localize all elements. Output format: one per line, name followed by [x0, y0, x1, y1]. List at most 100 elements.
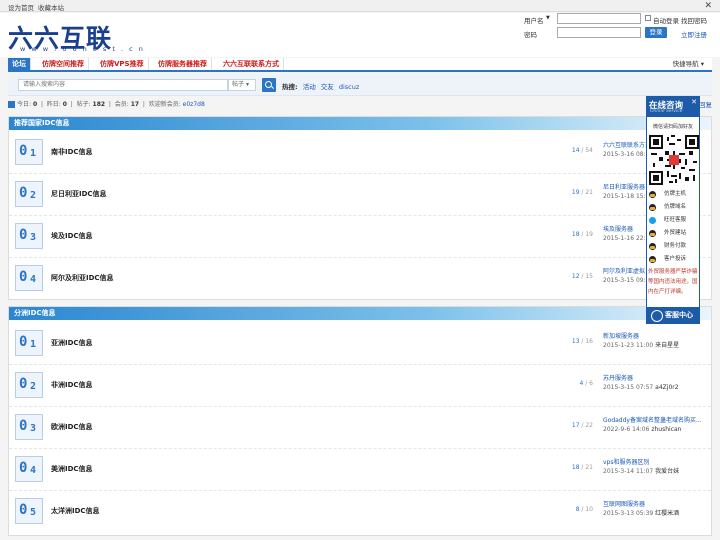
forum-title[interactable]: 欧洲IDC信息 — [51, 422, 93, 432]
forum-number-icon[interactable]: 02 — [15, 372, 43, 398]
forum-number-icon[interactable]: 04 — [15, 456, 43, 482]
search-type-select[interactable]: 帖子 ▾ — [228, 79, 256, 91]
set-home-link[interactable]: 设为首页 — [8, 2, 34, 12]
stat-posts: 182 — [92, 101, 106, 108]
section-continents: 分洲IDC信息 01 亚洲IDC信息 13 / 16 新加坡服务器 2015-1-… — [8, 306, 712, 536]
forum-title[interactable]: 非洲IDC信息 — [51, 380, 93, 390]
last-post-meta: 2015-3-13 05:39 红樱米酒 — [603, 509, 707, 518]
auto-login-checkbox[interactable] — [645, 15, 651, 21]
hot-link-discuz[interactable]: discuz — [339, 83, 359, 91]
bookmark-link[interactable]: 收藏本站 — [38, 2, 64, 12]
last-post-time: 2015-1-23 11:00 — [603, 342, 654, 349]
forgot-password-link[interactable]: 找回密码 — [681, 15, 707, 25]
last-post-user[interactable]: 来自星星 — [655, 342, 679, 349]
forum-number-icon[interactable]: 04 — [15, 265, 43, 291]
panel-item-payment[interactable]: 财务付款 — [649, 241, 699, 252]
last-post: Godaddy备案域名整蛊老域名购买... 2022-9-6 14:06 zhus… — [603, 416, 707, 434]
panel-header: 在线咨询 Online Service ✕ — [647, 97, 699, 117]
nav-item-hosting[interactable]: 仿牌空间推荐 — [38, 58, 89, 70]
hot-link-friends[interactable]: 交友 — [321, 83, 334, 91]
thread-count: 17 — [571, 422, 580, 429]
forum-number-icon[interactable]: 01 — [15, 330, 43, 356]
stat-yesterday-label: 昨日: — [46, 101, 61, 108]
panel-item-hosting[interactable]: 仿牌主机 — [649, 189, 699, 200]
last-post-user[interactable]: zhushican — [651, 426, 681, 433]
panel-item-label: 旺旺客服 — [664, 217, 687, 223]
post-count: 10 — [585, 506, 593, 513]
qq-icon — [649, 191, 656, 198]
close-icon[interactable]: ✕ — [691, 98, 697, 106]
thread-count: 13 — [571, 338, 580, 345]
post-count: 22 — [585, 422, 593, 429]
panel-item-label: 仿牌主机 — [664, 191, 687, 197]
hot-link-activity[interactable]: 活动 — [303, 83, 316, 91]
forum-title[interactable]: 埃及IDC信息 — [51, 231, 93, 241]
forum-number-icon[interactable]: 05 — [15, 498, 43, 524]
hot-search: 热搜: 活动 交友 discuz — [282, 81, 359, 91]
last-post-title[interactable]: 互联网图服务器 — [603, 500, 707, 509]
forum-number-icon[interactable]: 01 — [15, 139, 43, 165]
newest-member-link[interactable]: e0z7d8 — [183, 101, 205, 108]
forum-number-icon[interactable]: 03 — [15, 414, 43, 440]
panel-item-site-building[interactable]: 外贸建站 — [649, 228, 699, 239]
post-count: 19 — [585, 231, 593, 238]
auto-login-label: 自动登录 — [653, 17, 679, 25]
register-link[interactable]: 立即注册 — [681, 29, 707, 39]
last-post-title[interactable]: 苏丹服务器 — [603, 374, 707, 383]
stat-members-label: 会员: — [114, 101, 129, 108]
top-bar: 设为首页 收藏本站 ✕ — [0, 0, 720, 12]
forum-title[interactable]: 亚洲IDC信息 — [51, 338, 93, 348]
last-post-user[interactable]: 红樱米酒 — [655, 510, 679, 517]
close-icon[interactable]: ✕ — [704, 1, 712, 11]
password-input[interactable] — [557, 27, 641, 38]
post-count: 6 — [589, 380, 593, 387]
nav-item-vps[interactable]: 仿牌VPS推荐 — [96, 58, 149, 70]
section-title[interactable]: 推荐国家IDC信息 — [9, 117, 711, 130]
post-count: 54 — [585, 147, 593, 154]
panel-item-wangwang[interactable]: 旺旺客服 — [649, 215, 699, 226]
search-icon[interactable] — [262, 78, 276, 92]
thread-count: 8 — [575, 506, 580, 513]
last-post-user[interactable]: 我爱台妹 — [655, 468, 679, 475]
panel-item-complaint[interactable]: 客户投诉 — [649, 254, 699, 265]
quick-nav-label: 快捷导航 — [672, 60, 699, 68]
reply-link[interactable]: 回复 — [699, 99, 712, 111]
last-post-meta: 2015-3-14 11:07 我爱台妹 — [603, 467, 707, 476]
forum-title[interactable]: 南非IDC信息 — [51, 147, 93, 157]
forum-number-icon[interactable]: 03 — [15, 223, 43, 249]
forum-title[interactable]: 太洋洲IDC信息 — [51, 506, 100, 516]
service-center-button[interactable]: 客服中心 — [647, 307, 699, 323]
username-input[interactable] — [557, 13, 641, 24]
last-post-meta: 2022-9-6 14:06 zhushican — [603, 425, 707, 434]
nav-item-forum[interactable]: 论坛 — [8, 58, 31, 70]
chevron-down-icon[interactable]: ▼ — [546, 15, 550, 21]
last-post-title[interactable]: Godaddy备案域名整蛊老域名购买... — [603, 416, 707, 425]
last-post: 苏丹服务器 2015-3-15 07:57 a4Zj0r2 — [603, 374, 707, 392]
panel-item-domain[interactable]: 仿牌域名 — [649, 202, 699, 213]
forum-counts: 4 / 6 — [579, 380, 594, 387]
search-input[interactable]: 请输入搜索内容 — [18, 79, 228, 91]
last-post-title[interactable]: 新加坡服务器 — [603, 332, 707, 341]
forum-counts: 18 / 21 — [571, 464, 593, 471]
nav-item-servers[interactable]: 仿牌服务器推荐 — [154, 58, 212, 70]
quick-nav-button[interactable]: 快捷导航 ▾ — [673, 58, 704, 70]
qq-icon — [649, 230, 656, 237]
username-label: 用户名 — [524, 17, 544, 25]
nav-item-contact[interactable]: 六六互联联系方式 — [219, 58, 284, 70]
section-title[interactable]: 分洲IDC信息 — [9, 307, 711, 320]
forum-title[interactable]: 阿尔及利亚IDC信息 — [51, 273, 114, 283]
forum-number-icon[interactable]: 02 — [15, 181, 43, 207]
last-post-meta: 2015-3-15 07:57 a4Zj0r2 — [603, 383, 707, 392]
forum-title[interactable]: 尼日利亚IDC信息 — [51, 189, 107, 199]
last-post-user[interactable]: a4Zj0r2 — [655, 384, 678, 391]
forum-row: 04 美洲IDC信息 18 / 21 vps和服务器区别 2015-3-14 11… — [9, 449, 711, 491]
section-recommended: 推荐国家IDC信息 01 南非IDC信息 14 / 54 六六互联联系方式 201… — [8, 116, 712, 300]
post-count: 21 — [585, 189, 593, 196]
last-post-time: 2015-3-14 11:07 — [603, 468, 654, 475]
last-post-title[interactable]: vps和服务器区别 — [603, 458, 707, 467]
online-service-panel: 在线咨询 Online Service ✕ 微信请扫码加好友 仿牌主机 仿牌域名… — [646, 96, 700, 324]
forum-row: 04 阿尔及利亚IDC信息 12 / 15 阿尔及利亚虚拟 2015-3-15 0… — [9, 258, 711, 300]
login-button[interactable]: 登录 — [645, 27, 667, 38]
login-form: 用户名 ▼ 自动登录 找回密码 密码 登录 立即注册 — [524, 13, 714, 57]
forum-title[interactable]: 美洲IDC信息 — [51, 464, 93, 474]
